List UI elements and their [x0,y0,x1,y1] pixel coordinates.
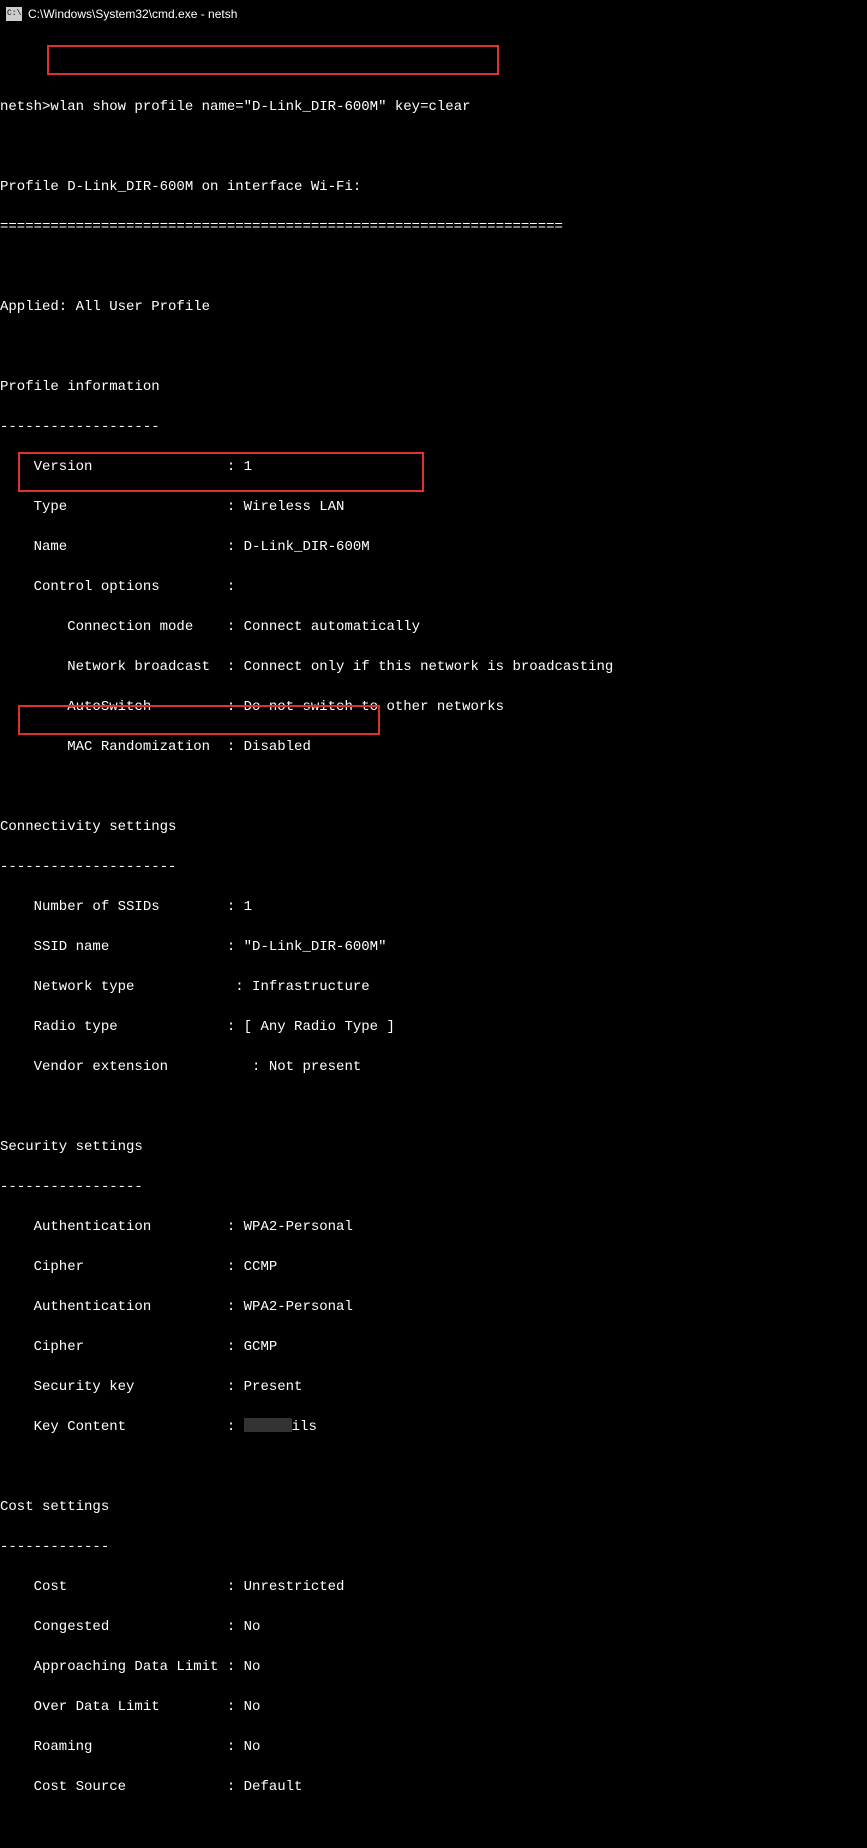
label: Control options : [0,579,235,595]
label: Network type : [0,979,252,995]
value: Default [244,1779,303,1795]
value: ils [292,1419,317,1435]
label: Name : [0,539,244,555]
value: "D-Link_DIR-600M" [244,939,387,955]
value: D-Link_DIR-600M [244,539,370,555]
value: GCMP [244,1339,278,1355]
key-content-redacted [244,1418,292,1432]
section-dashes: ----------------- [0,1177,867,1197]
value: No [244,1699,261,1715]
label: Connection mode : [0,619,244,635]
label: Radio type : [0,1019,244,1035]
value: Connect only if this network is broadcas… [244,659,614,675]
profile-header: Profile D-Link_DIR-600M on interface Wi-… [0,177,867,197]
label: Cost Source : [0,1779,244,1795]
value: 1 [244,459,252,475]
label: SSID name : [0,939,244,955]
section-title-connectivity: Connectivity settings [0,817,867,837]
value: [ Any Radio Type ] [244,1019,395,1035]
value: No [244,1619,261,1635]
label: Roaming : [0,1739,244,1755]
prompt-prefix: netsh> [0,99,50,115]
section-title-profile-info: Profile information [0,377,867,397]
label: Congested : [0,1619,244,1635]
prompt-command: wlan show profile name="D-Link_DIR-600M"… [50,99,470,115]
value: CCMP [244,1259,278,1275]
terminal-output[interactable]: netsh>wlan show profile name="D-Link_DIR… [0,29,867,1848]
label: Vendor extension : [0,1059,269,1075]
value: Do not switch to other networks [244,699,504,715]
label: AutoSwitch : [0,699,244,715]
window-titlebar: C:\Windows\System32\cmd.exe - netsh [0,0,867,29]
value: Wireless LAN [244,499,345,515]
value: Present [244,1379,303,1395]
value: Disabled [244,739,311,755]
value: WPA2-Personal [244,1219,353,1235]
value: WPA2-Personal [244,1299,353,1315]
section-dashes: ------------- [0,1537,867,1557]
divider: ========================================… [0,217,867,237]
value: Not present [269,1059,361,1075]
label: Version : [0,459,244,475]
label: Type : [0,499,244,515]
applied-line: Applied: All User Profile [0,297,867,317]
label: Network broadcast : [0,659,244,675]
label: Key Content : [0,1419,244,1435]
value: Connect automatically [244,619,420,635]
cmd-icon [6,7,22,21]
label: Authentication : [0,1299,244,1315]
section-title-security: Security settings [0,1137,867,1157]
label: Cipher : [0,1259,244,1275]
value: Infrastructure [252,979,370,995]
window-title: C:\Windows\System32\cmd.exe - netsh [28,4,237,24]
section-title-cost: Cost settings [0,1497,867,1517]
label: Cipher : [0,1339,244,1355]
section-dashes: --------------------- [0,857,867,877]
label: Number of SSIDs : [0,899,244,915]
label: Over Data Limit : [0,1699,244,1715]
value: 1 [244,899,252,915]
value: No [244,1659,261,1675]
value: No [244,1739,261,1755]
label: Authentication : [0,1219,244,1235]
label: Security key : [0,1379,244,1395]
section-dashes: ------------------- [0,417,867,437]
label: MAC Randomization : [0,739,244,755]
label: Approaching Data Limit : [0,1659,244,1675]
label: Cost : [0,1579,244,1595]
value: Unrestricted [244,1579,345,1595]
